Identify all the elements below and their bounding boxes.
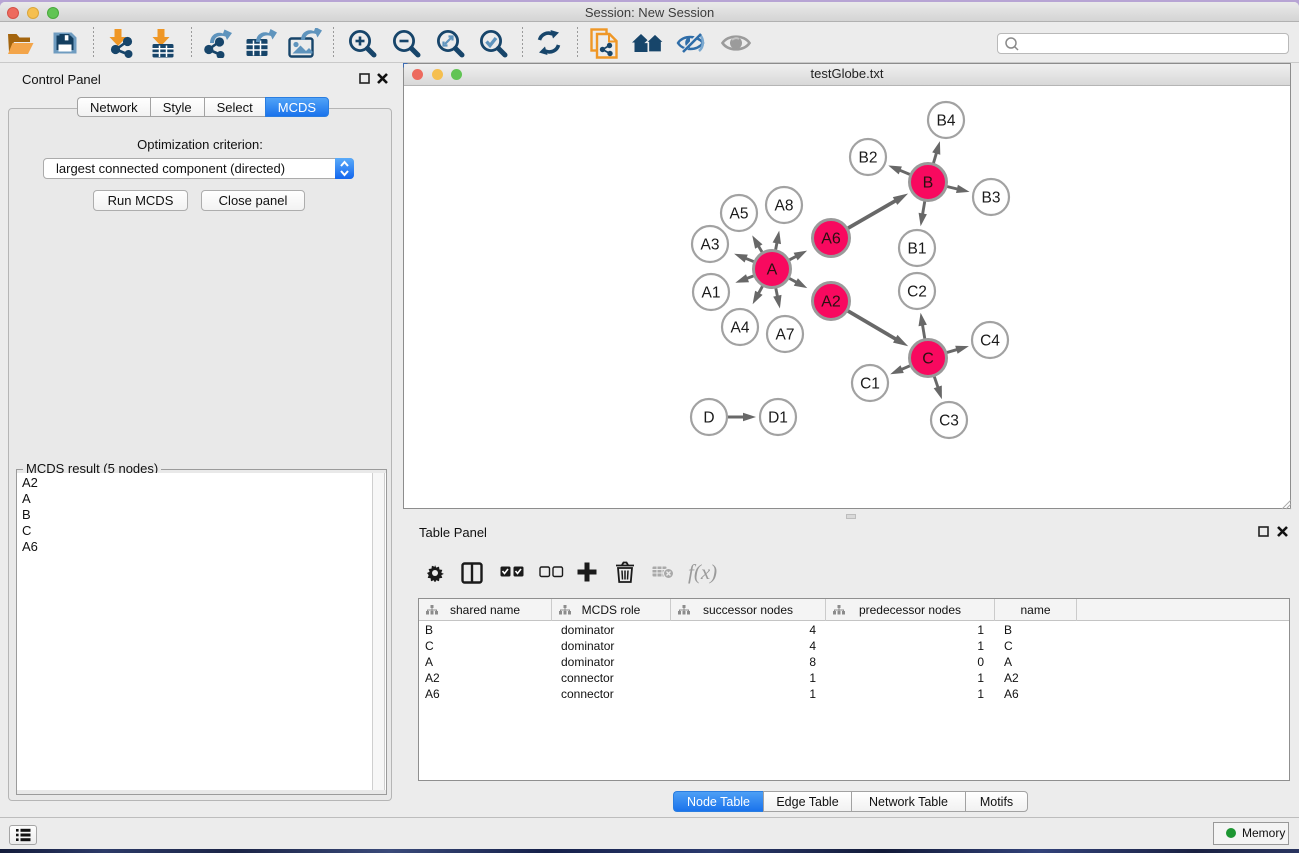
svg-text:C: C xyxy=(922,351,934,368)
svg-text:A5: A5 xyxy=(730,206,749,223)
svg-text:A3: A3 xyxy=(701,237,720,254)
svg-text:B4: B4 xyxy=(937,113,956,130)
svg-text:B2: B2 xyxy=(859,150,878,167)
svg-text:C4: C4 xyxy=(980,333,1000,350)
svg-text:B: B xyxy=(923,175,934,192)
svg-text:B1: B1 xyxy=(908,241,927,258)
svg-text:D1: D1 xyxy=(768,410,788,427)
svg-text:A2: A2 xyxy=(821,294,841,311)
svg-text:A: A xyxy=(767,262,778,279)
svg-text:B3: B3 xyxy=(982,190,1001,207)
svg-text:A7: A7 xyxy=(776,327,795,344)
svg-text:A4: A4 xyxy=(731,320,750,337)
svg-text:D: D xyxy=(703,410,714,427)
svg-text:A8: A8 xyxy=(775,198,794,215)
svg-text:A6: A6 xyxy=(821,231,841,248)
svg-text:C1: C1 xyxy=(860,376,880,393)
svg-text:C2: C2 xyxy=(907,284,927,301)
svg-text:A1: A1 xyxy=(702,285,721,302)
svg-text:C3: C3 xyxy=(939,413,959,430)
